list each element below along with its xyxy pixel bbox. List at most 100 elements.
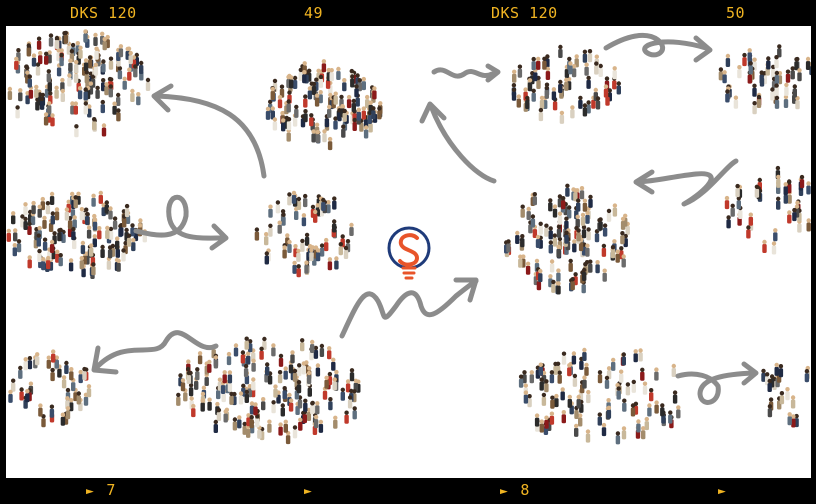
person-head xyxy=(242,421,247,427)
person-head xyxy=(74,124,79,129)
person-figure xyxy=(315,367,321,377)
triangle-marker-icon: ► xyxy=(304,484,313,499)
person-figure xyxy=(98,194,103,204)
person-head xyxy=(7,86,13,92)
person-figure xyxy=(776,200,781,210)
person-head xyxy=(271,400,276,405)
person-figure xyxy=(779,395,785,405)
bottom-number: 8 xyxy=(520,481,530,499)
person-head xyxy=(240,350,246,355)
person-figure xyxy=(294,211,299,220)
person-head xyxy=(372,86,377,91)
person-figure xyxy=(361,81,366,91)
person-head xyxy=(338,242,343,247)
person-figure xyxy=(539,99,545,109)
person-figure xyxy=(806,222,811,232)
person-head xyxy=(86,225,92,230)
person-figure xyxy=(737,69,742,79)
person-head xyxy=(352,406,357,411)
person-head xyxy=(78,45,83,50)
person-head xyxy=(747,48,752,53)
person-figure xyxy=(545,71,551,80)
person-head xyxy=(186,359,191,364)
person-figure xyxy=(267,423,272,433)
person-head xyxy=(251,377,256,382)
person-head xyxy=(558,79,563,85)
person-head xyxy=(74,59,79,65)
person-figure xyxy=(571,355,577,365)
person-head xyxy=(541,392,547,398)
person-figure xyxy=(207,401,212,411)
person-figure xyxy=(329,72,334,82)
person-figure xyxy=(79,211,85,221)
person-head xyxy=(620,231,625,236)
person-figure xyxy=(766,60,771,70)
person-figure xyxy=(565,187,570,197)
person-head xyxy=(95,85,100,91)
person-head xyxy=(722,70,727,75)
person-figure xyxy=(78,49,83,59)
person-figure xyxy=(71,231,76,241)
person-head xyxy=(606,405,612,410)
person-head xyxy=(83,87,88,92)
person-figure xyxy=(92,221,98,231)
person-head xyxy=(303,398,308,403)
person-figure xyxy=(37,208,42,218)
person-head xyxy=(264,251,269,256)
loop-arrow-icon xyxy=(133,194,227,241)
person-head xyxy=(34,84,39,90)
person-figure xyxy=(233,347,239,357)
person-figure xyxy=(86,229,92,239)
person-head xyxy=(27,255,32,260)
person-head xyxy=(759,70,764,75)
person-head xyxy=(633,349,638,354)
person-figure xyxy=(804,373,810,383)
person-head xyxy=(14,56,19,62)
person-head xyxy=(97,226,102,231)
person-head xyxy=(54,35,60,41)
person-head xyxy=(288,398,294,403)
person-head xyxy=(336,66,341,72)
person-head xyxy=(606,398,611,403)
person-head xyxy=(611,357,616,363)
person-figure xyxy=(551,283,556,293)
person-head xyxy=(70,191,75,197)
person-figure xyxy=(8,393,13,403)
person-figure xyxy=(79,260,84,270)
person-head xyxy=(757,177,762,183)
person-figure xyxy=(534,417,540,427)
person-figure xyxy=(292,80,298,89)
person-figure xyxy=(552,237,557,247)
person-head xyxy=(251,358,256,363)
person-figure xyxy=(296,268,301,278)
person-figure xyxy=(216,390,221,400)
person-figure xyxy=(346,99,352,109)
person-figure xyxy=(303,98,308,108)
person-head xyxy=(58,253,63,258)
person-figure xyxy=(730,207,735,217)
person-figure xyxy=(578,417,583,427)
person-figure xyxy=(584,66,589,76)
person-head xyxy=(660,403,665,408)
person-head xyxy=(582,198,588,203)
person-figure xyxy=(37,253,42,263)
person-figure xyxy=(531,61,536,71)
person-head xyxy=(344,410,349,415)
person-head xyxy=(538,362,543,367)
person-figure xyxy=(654,371,659,381)
person-figure xyxy=(46,359,51,369)
person-head xyxy=(574,423,579,429)
person-figure xyxy=(42,241,48,251)
person-figure xyxy=(610,249,616,259)
person-figure xyxy=(570,109,575,119)
person-head xyxy=(606,208,612,214)
person-figure xyxy=(291,194,297,204)
person-head xyxy=(548,198,553,203)
person-figure xyxy=(564,81,569,91)
person-head xyxy=(573,188,578,193)
person-figure xyxy=(588,198,593,208)
person-figure xyxy=(332,223,337,233)
person-head xyxy=(324,375,329,380)
person-figure xyxy=(587,53,593,63)
photo-frame xyxy=(6,26,811,478)
